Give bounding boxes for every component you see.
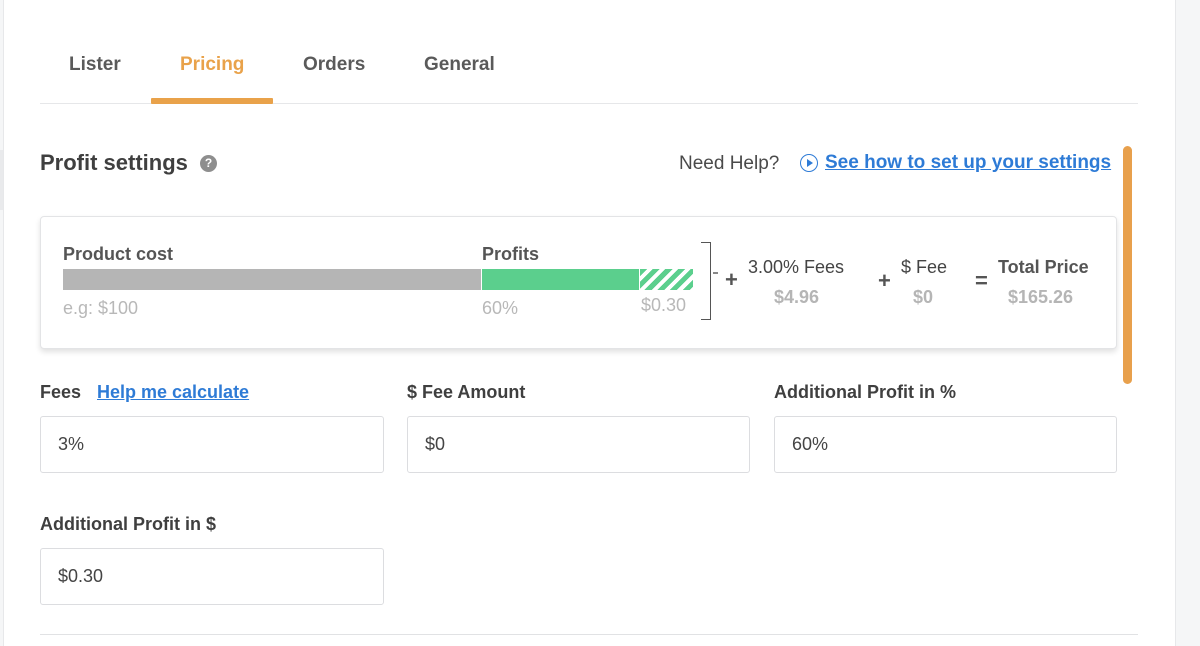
- price-summary-box: Product cost e.g: $100 Profits 60% $0.30…: [40, 216, 1117, 349]
- total-price-value: $165.26: [1008, 287, 1074, 307]
- subtotal-bracket: [701, 242, 711, 320]
- product-cost-label: Product cost: [63, 244, 174, 264]
- profit-dollar-input[interactable]: $0.30: [40, 548, 384, 605]
- profit-dollar-label: Additional Profit in $: [40, 514, 216, 534]
- left-edge-decoration: [0, 150, 3, 210]
- fees-label: Fees: [40, 382, 82, 402]
- tab-bar: Lister Pricing Orders General: [40, 0, 1138, 104]
- section-divider: [40, 634, 1138, 635]
- fee-amount-input[interactable]: $0: [407, 416, 750, 473]
- profit-fixed-value: $0.30: [641, 295, 687, 315]
- fixed-fee-value: $0: [913, 287, 934, 307]
- total-price-label: Total Price: [998, 257, 1089, 277]
- profit-percent-value: 60%: [482, 298, 519, 318]
- bracket-connector: [713, 272, 718, 274]
- product-cost-bar: [63, 269, 481, 290]
- fee-amount-label: $ Fee Amount: [407, 382, 526, 402]
- need-help-label: Need Help?: [679, 153, 780, 174]
- tab-general[interactable]: General: [424, 54, 495, 76]
- scrollbar-thumb[interactable]: [1123, 146, 1132, 384]
- profits-label: Profits: [482, 244, 540, 264]
- active-tab-indicator: [151, 98, 273, 104]
- tab-pricing[interactable]: Pricing: [180, 54, 244, 76]
- product-cost-example: e.g: $100: [63, 298, 139, 318]
- tab-lister[interactable]: Lister: [69, 54, 121, 76]
- fixed-fee-label: $ Fee: [901, 257, 948, 277]
- play-circle-icon[interactable]: [800, 154, 818, 172]
- tab-orders[interactable]: Orders: [303, 54, 365, 76]
- question-icon[interactable]: ?: [200, 155, 217, 172]
- fees-input[interactable]: 3%: [40, 416, 384, 473]
- help-calculate-link[interactable]: Help me calculate: [97, 382, 249, 403]
- setup-guide-link[interactable]: See how to set up your settings: [825, 152, 1111, 174]
- profit-fixed-bar: [640, 269, 693, 290]
- plus-sign: +: [725, 267, 738, 292]
- fees-percent-value: $4.96: [774, 287, 820, 307]
- profit-percent-bar: [482, 269, 639, 290]
- equals-sign: =: [975, 268, 988, 293]
- plus-sign: +: [878, 268, 891, 293]
- profit-percent-input[interactable]: 60%: [774, 416, 1117, 473]
- fees-percent-label: 3.00% Fees: [748, 257, 845, 277]
- section-title: Profit settings: [40, 150, 188, 175]
- profit-percent-label: Additional Profit in %: [774, 382, 956, 402]
